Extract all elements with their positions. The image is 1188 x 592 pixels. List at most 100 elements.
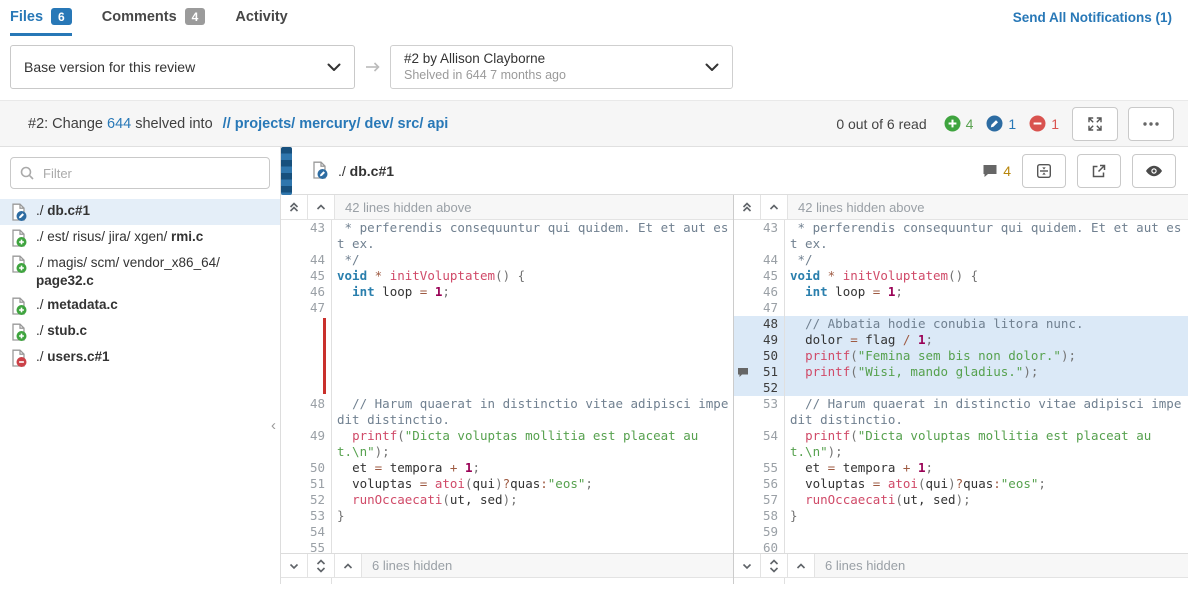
depot-path-link[interactable]: // projects/ mercury/ dev/ src/ api [223,116,449,132]
line-number: 54 [298,524,332,540]
line-number: 50 [298,460,332,476]
file-delete-icon [10,349,27,368]
line-number: 51 [751,364,785,380]
file-item[interactable]: ./ db.c#1 [0,199,280,225]
line-number: 49 [751,332,785,348]
code-line: 52 [734,380,1188,396]
chevron-up-button[interactable] [761,195,788,219]
file-item[interactable]: ./ est/ risus/ jira/ xgen/ rmi.c [0,225,280,251]
code-line: 46 int loop = 1; [734,284,1188,300]
file-filter-input[interactable] [10,157,270,189]
more-button[interactable] [1128,107,1174,141]
file-path: ./ users.c#1 [36,348,110,366]
chevron-up-icon [795,560,807,572]
file-item[interactable]: ./ magis/ scm/ vendor_x86_64/ page32.c [0,251,280,293]
hidden-lines-label: 42 lines hidden above [798,195,925,219]
file-add-icon [10,255,27,274]
code-line: 54 printf("Dicta voluptas mollitia est p… [734,428,1188,460]
diff-file-title: ./ db.c#1 [338,163,394,179]
diff-panel: ‹ ./ db.c#1 4 42 lines hidden above43 * … [281,147,1188,584]
code-line: 46 int loop = 1; [281,284,733,300]
file-path: ./ est/ risus/ jira/ xgen/ rmi.c [36,228,203,246]
code-line: 53 // Harum quaerat in distinctio vitae … [734,396,1188,428]
code-rows: 43 * perferendis consequuntur qui quidem… [281,220,733,553]
code-line: 49 dolor = flag / 1; [734,332,1188,348]
chevrons-up-button[interactable] [734,195,761,219]
code-line: 56 voluptas = atoi(qui)?quas:"eos"; [734,476,1188,492]
unfold-button[interactable] [308,554,335,577]
diff-file-header: ./ db.c#1 4 [281,147,1188,195]
tab-label: Files [10,9,43,25]
code-line: 43 * perferendis consequuntur qui quidem… [734,220,1188,252]
change-number-link[interactable]: 644 [107,116,131,132]
code-line: 57 runOccaecati(ut, sed); [734,492,1188,508]
code-line: 55 et = tempora + 1; [734,460,1188,476]
tab-files[interactable]: Files6 [10,8,72,36]
code-line: 45void * initVoluptatem() { [734,268,1188,284]
tab-comments[interactable]: Comments4 [102,8,206,36]
code-line: 54 [281,524,733,540]
review-tab-bar: Files6 Comments4 Activity Send All Notific… [0,0,1188,34]
chevrons-up-button[interactable] [281,195,308,219]
line-comment-icon[interactable] [737,367,749,378]
code-line: 50 printf("Femina sem bis non dolor."); [734,348,1188,364]
sidebar-collapse-handle[interactable]: ‹ [271,419,276,433]
send-all-notifications-link[interactable]: Send All Notifications (1) [1013,8,1172,25]
line-number: 50 [751,348,785,364]
open-in-new-button[interactable] [1077,154,1121,188]
file-item[interactable]: ./ metadata.c [0,293,280,319]
expand-below-bar: 6 lines hidden [734,553,1188,578]
line-number: 59 [751,524,785,540]
edited-file-icon [311,161,328,180]
code-line: 48 // Abbatia hodie conubia litora nunc. [734,316,1188,332]
review-content: ./ db.c#1 ./ est/ risus/ jira/ xgen/ rmi.… [0,147,1188,584]
chevron-down-icon [705,63,719,72]
chevrons-up-icon [288,201,300,213]
line-number: 44 [751,252,785,268]
expand-above-bar: 42 lines hidden above [281,195,733,220]
hidden-lines-label: 42 lines hidden above [345,195,472,219]
diff-pane-left: 42 lines hidden above43 * perferendis co… [281,195,734,584]
code-line: 51 printf("Wisi, mando gladius."); [734,364,1188,380]
line-number: 54 [751,428,785,460]
chevron-down-button[interactable] [281,554,308,577]
file-list-sidebar: ./ db.c#1 ./ est/ risus/ jira/ xgen/ rmi.… [0,147,281,584]
tab-activity[interactable]: Activity [235,8,287,36]
file-comment-count[interactable]: 4 [982,163,1011,179]
base-version-dropdown[interactable]: Base version for this review [10,45,355,89]
deleted-files-icon [1029,115,1046,132]
line-number: 48 [298,396,332,428]
unfold-icon [768,559,780,573]
eye-button[interactable] [1132,154,1176,188]
line-number: 48 [751,316,785,332]
deleted-lines-spacer [281,316,733,396]
line-number: 43 [751,220,785,252]
line-number: 45 [751,268,785,284]
collapse-all-button[interactable] [1022,154,1066,188]
side-by-side-diff: 42 lines hidden above43 * perferendis co… [281,195,1188,584]
chevron-down-button[interactable] [734,554,761,577]
collapse-all-icon [1036,163,1052,179]
unfold-button[interactable] [761,554,788,577]
file-item[interactable]: ./ users.c#1 [0,345,280,371]
line-number: 56 [751,476,785,492]
fullscreen-button[interactable] [1072,107,1118,141]
code-line: 52 runOccaecati(ut, sed); [281,492,733,508]
edited-files-count: 1 [1008,116,1016,132]
line-number: 57 [751,492,785,508]
chevron-down-icon [741,560,753,572]
chevron-up-button[interactable] [308,195,335,219]
file-item[interactable]: ./ stub.c [0,319,280,345]
code-line: 59 [734,524,1188,540]
unfold-icon [315,559,327,573]
code-line: 47 [734,300,1188,316]
chevron-up-button[interactable] [335,554,362,577]
line-number: 55 [751,460,785,476]
chevron-up-button[interactable] [788,554,815,577]
diff-pane-right: 42 lines hidden above43 * perferendis co… [734,195,1188,584]
code-line: 44 */ [281,252,733,268]
next-chunk-sliver [734,578,1188,584]
target-version-dropdown[interactable]: #2 by Allison Clayborne Shelved in 644 7… [390,45,733,89]
code-line: 55 [281,540,733,553]
code-line: 53} [281,508,733,524]
